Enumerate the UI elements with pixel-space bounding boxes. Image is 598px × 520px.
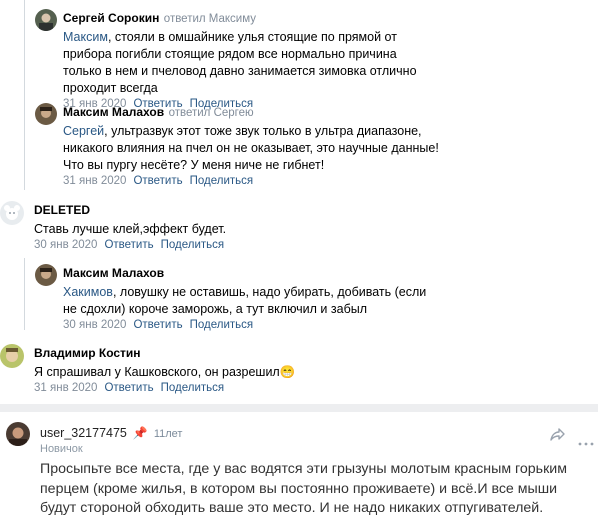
comment-text: Я спрашивал у Кашковского, он разрешил😁 <box>34 365 296 379</box>
deleted-avatar <box>0 201 24 225</box>
comment-text: Хакимов, ловушку не оставишь, надо убира… <box>63 285 427 316</box>
share-button[interactable]: Поделиться <box>161 382 225 394</box>
comment: Максим Малахов ответил Сергею Сергей, ул… <box>63 103 443 187</box>
share-button[interactable]: Поделиться <box>161 239 225 251</box>
grin-emoji-icon: 😁 <box>279 365 296 379</box>
comment-author: DELETED <box>34 203 91 217</box>
reply-button[interactable]: Ответить <box>104 382 153 394</box>
replied-to[interactable]: ответил Сергею <box>169 107 254 119</box>
section-separator <box>0 404 598 412</box>
comment-date[interactable]: 30 янв 2020 <box>63 319 126 331</box>
comment-date[interactable]: 31 янв 2020 <box>63 175 126 187</box>
more-options-icon[interactable] <box>578 434 594 446</box>
post-username[interactable]: user_32177475 <box>40 426 127 440</box>
comment-date[interactable]: 30 янв 2020 <box>34 239 97 251</box>
avatar[interactable] <box>0 344 24 368</box>
comment-author[interactable]: Сергей Сорокин <box>63 11 159 25</box>
pin-icon: 📌 <box>132 426 148 440</box>
replied-to[interactable]: ответил Максиму <box>164 13 256 25</box>
comment-author[interactable]: Максим Малахов <box>63 266 164 280</box>
reply-thread-line <box>24 258 25 330</box>
comment: Максим Малахов Хакимов, ловушку не остав… <box>63 264 443 331</box>
comment-date[interactable]: 31 янв 2020 <box>34 382 97 394</box>
comment: Сергей Сорокин ответил Максиму Максим, с… <box>63 9 433 110</box>
avatar[interactable] <box>35 103 57 125</box>
reply-button[interactable]: Ответить <box>133 319 182 331</box>
post-text: Просыпьте все места, где у вас водятся э… <box>40 461 567 516</box>
user-years: 11лет <box>153 428 183 440</box>
reply-thread-line <box>24 0 25 190</box>
comment-meta: 31 янв 2020 Ответить Поделиться <box>63 175 443 187</box>
comment-author[interactable]: Владимир Костин <box>34 346 141 360</box>
comment: DELETED Ставь лучше клей,эффект будет. 3… <box>34 201 434 251</box>
mention-link[interactable]: Хакимов <box>63 285 113 299</box>
mention-link[interactable]: Сергей <box>63 124 104 138</box>
comment-meta: 30 янв 2020 Ответить Поделиться <box>34 239 434 251</box>
avatar[interactable] <box>35 9 57 31</box>
comment: Владимир Костин Я спрашивал у Кашковског… <box>34 344 434 394</box>
reply-button[interactable]: Ответить <box>104 239 153 251</box>
share-button[interactable]: Поделиться <box>190 175 254 187</box>
comment-text: Максим, стояли в омшайнике улья стоящие … <box>63 30 417 95</box>
user-rank: Новичок <box>40 443 83 455</box>
avatar[interactable] <box>35 264 57 286</box>
share-icon[interactable] <box>548 426 566 444</box>
comment-meta: 31 янв 2020 Ответить Поделиться <box>34 382 434 394</box>
user-avatar[interactable] <box>6 422 30 446</box>
post-header: user_32177475 📌 11лет Новичок <box>40 424 182 455</box>
mention-link[interactable]: Максим <box>63 30 108 44</box>
comments-thread: Сергей Сорокин ответил Максиму Максим, с… <box>0 0 598 400</box>
comment-meta: 30 янв 2020 Ответить Поделиться <box>63 319 443 331</box>
comment-text: Сергей, ультразвук этот тоже звук только… <box>63 124 439 172</box>
share-button[interactable]: Поделиться <box>190 319 254 331</box>
comment-text: Ставь лучше клей,эффект будет. <box>34 222 227 236</box>
reply-button[interactable]: Ответить <box>133 175 182 187</box>
forum-post: user_32177475 📌 11лет Новичок Просыпьте вс… <box>0 412 598 520</box>
comment-author[interactable]: Максим Малахов <box>63 105 164 119</box>
